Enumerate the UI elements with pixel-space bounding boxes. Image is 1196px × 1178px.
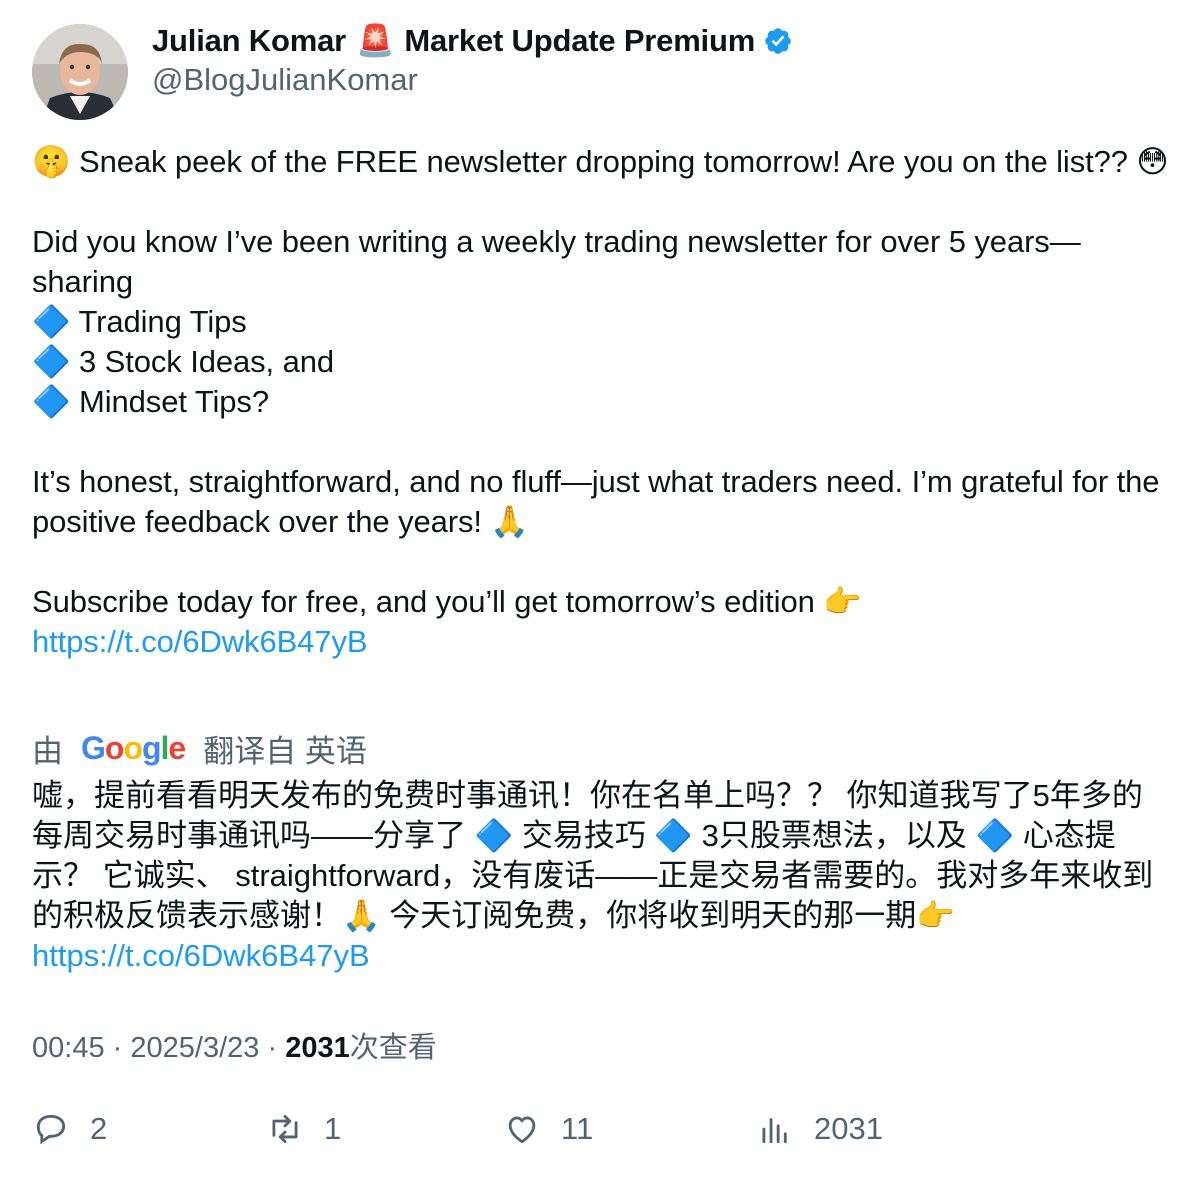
siren-emoji: 🚨 [355, 23, 395, 59]
tweet-line-2: Did you know I’ve been writing a weekly … [32, 224, 1081, 299]
bullet-label: Mindset Tips? [79, 384, 269, 419]
author-title[interactable]: Market Update Premium [404, 23, 755, 59]
tweet-time[interactable]: 00:45 [32, 1032, 105, 1064]
avatar-image [32, 24, 128, 120]
author-name-row[interactable]: Julian Komar 🚨 Market Update Premium [152, 22, 793, 59]
retweet-count: 1 [324, 1111, 342, 1146]
translated-text: 嘘，提前看看明天发布的免费时事通讯！你在名单上吗？？ 你知道我写了5年多的每周交… [32, 776, 1172, 976]
meta-separator: · [267, 1032, 278, 1064]
bullet-item: 🔷 Mindset Tips? [32, 382, 1172, 422]
meta-separator: · [112, 1032, 123, 1064]
action-bar: 2 1 11 2031 [0, 1110, 1196, 1154]
tweet-line-1: 🤫 Sneak peek of the FREE newsletter drop… [32, 144, 1169, 179]
reply-button[interactable]: 2 [32, 1110, 107, 1148]
author-handle[interactable]: @BlogJulianKomar [152, 62, 418, 98]
tweet-link[interactable]: https://t.co/6Dwk6B47yB [32, 624, 368, 659]
tweet-date[interactable]: 2025/3/23 [130, 1032, 259, 1064]
like-count: 11 [561, 1111, 594, 1146]
translation-attribution: 由 Google 翻译自 英语 [32, 726, 367, 771]
reply-count: 2 [90, 1111, 108, 1146]
avatar[interactable] [32, 24, 128, 120]
views-count: 2031 [285, 1032, 350, 1064]
views-label: 次查看 [349, 1032, 437, 1064]
retweet-icon [272, 1114, 298, 1144]
views-button[interactable]: 2031 [756, 1110, 883, 1148]
translated-link[interactable]: https://t.co/6Dwk6B47yB [32, 936, 1172, 976]
reply-icon [36, 1114, 66, 1145]
translation-prefix: 由 [32, 734, 63, 769]
tweet-line-4: Subscribe today for free, and you’ll get… [32, 584, 862, 619]
translation-suffix: 翻译自 英语 [203, 734, 367, 769]
translated-body: 嘘，提前看看明天发布的免费时事通讯！你在名单上吗？？ 你知道我写了5年多的每周交… [32, 778, 1154, 933]
like-button[interactable]: 11 [503, 1110, 593, 1148]
tweet-text: 🤫 Sneak peek of the FREE newsletter drop… [32, 142, 1172, 662]
bullet-label: Trading Tips [78, 304, 247, 339]
bullet-item: 🔷 Trading Tips [32, 302, 1172, 342]
views-action-count: 2031 [814, 1111, 883, 1146]
diamond-icon: 🔷 [32, 304, 71, 340]
google-logo: Google [81, 730, 186, 766]
retweet-button[interactable]: 1 [266, 1110, 341, 1148]
author-name[interactable]: Julian Komar [152, 23, 346, 59]
heart-icon [508, 1116, 536, 1144]
tweet-line-3: It’s honest, straightforward, and no flu… [32, 464, 1160, 539]
bullet-item: 🔷 3 Stock Ideas, and [32, 342, 1172, 382]
diamond-icon: 🔷 [32, 344, 71, 380]
tweet-meta: 00:45 · 2025/3/23 · 2031次查看 [32, 1024, 437, 1066]
bar-chart-icon [762, 1118, 787, 1144]
verified-badge-icon[interactable] [763, 26, 793, 56]
diamond-icon: 🔷 [32, 384, 71, 420]
bullet-label: 3 Stock Ideas, and [79, 344, 334, 379]
